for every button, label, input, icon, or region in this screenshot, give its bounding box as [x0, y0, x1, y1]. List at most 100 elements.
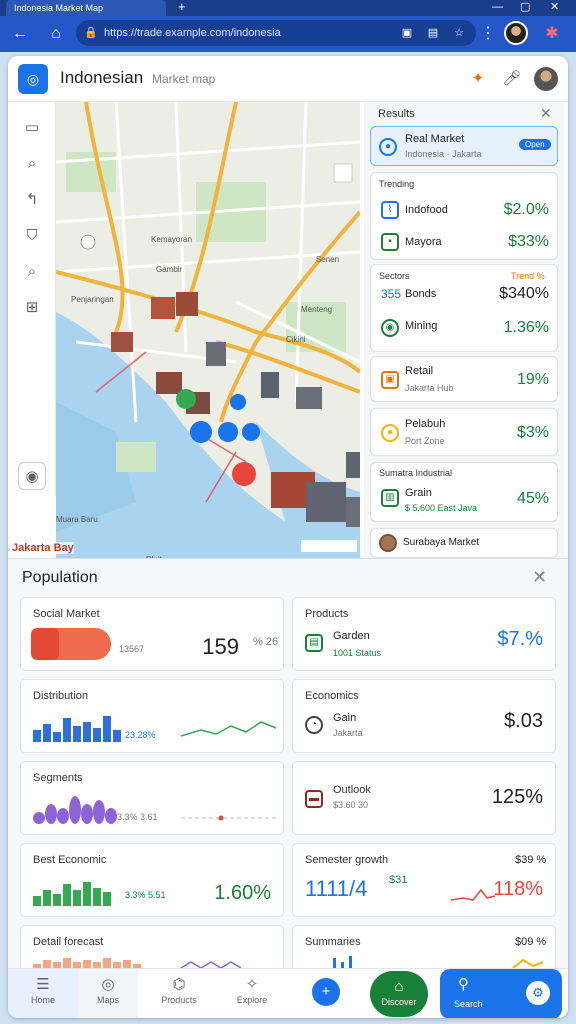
profile-avatar[interactable] [504, 21, 528, 45]
nav-discover[interactable]: ⌂ Discover [370, 971, 428, 1017]
svg-text:Kemayoran: Kemayoran [151, 235, 192, 244]
stat-card-top-value: $09 % [515, 936, 547, 948]
trending-item-label[interactable]: Indofood [405, 204, 448, 216]
stat-card-title: Summaries [305, 936, 361, 948]
coin-icon: ● [381, 424, 399, 442]
port-label: Pelabuh [405, 418, 446, 430]
circle-icon: ◉ [381, 319, 399, 337]
trending-item-value: $2.0% [503, 201, 549, 218]
new-tab-button[interactable]: + [178, 0, 186, 14]
route-icon[interactable]: ↰ [18, 186, 46, 214]
stat-card[interactable]: ▬ Outlook $3.60 30 125% [292, 761, 556, 835]
port-value: $3% [516, 424, 549, 441]
retail-card[interactable]: ▣ Retail Jakarta Hub 19% [370, 356, 558, 402]
sector-item-label[interactable]: Bonds [405, 288, 436, 300]
browser-tab[interactable]: Indonesia Market Map [6, 0, 166, 16]
svg-text:Cikini: Cikini [286, 335, 306, 344]
stat-card[interactable]: Economics ◔ Gain Jakarta $.03 [292, 679, 556, 753]
spark-icon: ✧ [245, 976, 259, 993]
sectors-card: Sectors Trend % 355 Bonds $340% ◉ Mining… [370, 264, 558, 352]
cast-icon[interactable]: ▤ [424, 24, 442, 42]
search-icon[interactable]: ⌕ [18, 258, 46, 286]
port-card[interactable]: ● Pelabuh Port Zone $3% [370, 408, 558, 456]
notification-icon[interactable]: ✦ [466, 67, 490, 91]
sectors-label: Sectors [379, 271, 410, 281]
stat-card[interactable]: Social Market 13567 159 % 26 [20, 597, 284, 671]
close-icon[interactable]: ✕ [540, 105, 552, 122]
app-logo-icon[interactable]: ◎ [18, 64, 48, 94]
wallet-icon: ▬ [305, 790, 323, 808]
nav-products[interactable]: ⌬ Products [148, 969, 210, 1018]
nav-add[interactable]: + [308, 969, 344, 1018]
stat-card-sub: 3.3% 5.51 [125, 890, 166, 900]
address-bar[interactable]: https://trade.example.com/indonesia [76, 20, 476, 46]
status-badge: Open [519, 139, 551, 150]
stat-card-sub2: 1001 Status [333, 648, 382, 658]
sectors-tag: Trend % [511, 271, 545, 281]
maximize-button[interactable]: ▢ [520, 0, 530, 14]
nav-label: Maps [96, 995, 119, 1005]
map-place-caption: Jakarta Bay [12, 542, 74, 554]
extension-icon[interactable]: ▣ [398, 24, 416, 42]
stat-card[interactable]: Segments 3.3% 3.61 [20, 761, 284, 835]
bar-graphic [31, 628, 111, 660]
stat-card[interactable]: Semester growth $39 % 1111/4 $31 118% [292, 843, 556, 917]
surabaya-card[interactable]: Surabaya Market [370, 528, 558, 558]
browser-toolbar: ← ⌂ https://trade.example.com/indonesia … [0, 16, 576, 52]
layers-icon[interactable]: ▭ [18, 114, 46, 142]
map-view[interactable]: Kemayoran Gambir Penjaringan Menteng Cikini… [56, 102, 360, 558]
sheet-title: Population [22, 569, 98, 586]
add-icon: + [312, 978, 340, 1006]
user-avatar[interactable] [534, 67, 558, 91]
industrial-detail: $ 5,600 East Java [405, 503, 478, 513]
stat-card-sub: 13567 [119, 644, 145, 654]
app-subtitle: Market map [152, 72, 216, 86]
svg-text:Muara Baru: Muara Baru [56, 515, 98, 524]
app-window: ◎ Indonesian Market map ✦ 🎤︎ ▭ ⌕ ↰ ⛉ ⌕ ⊞… [8, 56, 568, 1018]
close-icon[interactable]: ✕ [532, 567, 547, 588]
nav-explore[interactable]: ✧ Explore [222, 969, 282, 1018]
place-thumbnail-icon [379, 534, 397, 552]
nav-label: Search [454, 999, 483, 1009]
stat-card-value: 118% [493, 878, 543, 900]
highlighted-result-card[interactable]: ● Real Market Indonesia · Jakarta Open [370, 126, 558, 166]
app-title: Indonesian [60, 68, 144, 87]
stat-card-value: 1.60% [214, 882, 271, 904]
industrial-card[interactable]: Sumatra Industrial ▥ Grain $ 5,600 East … [370, 462, 558, 522]
stat-card-title: Semester growth [305, 854, 389, 866]
nav-label: Discover [381, 997, 417, 1007]
close-window-button[interactable]: ✕ [550, 0, 559, 14]
stat-card-value: 125% [491, 786, 543, 808]
microphone-icon[interactable]: 🎤︎ [500, 67, 524, 91]
port-subtitle: Port Zone [405, 436, 445, 446]
industrial-label: Sumatra Industrial [379, 468, 453, 478]
stat-card[interactable]: Products ▤ Garden 1001 Status $7.% [292, 597, 556, 671]
nav-home[interactable]: ☰ Home [8, 969, 78, 1018]
stat-card-title: Distribution [33, 690, 89, 702]
more-menu-icon[interactable]: ⋮ [476, 22, 500, 46]
highlight-subtitle: Indonesia · Jakarta [405, 149, 482, 159]
zoom-search-icon[interactable]: ⌕ [18, 150, 46, 178]
back-icon[interactable]: ← [8, 22, 32, 46]
stat-card[interactable]: Best Economic 3.3% 5.51 1.60% [20, 843, 284, 917]
nav-maps[interactable]: ◎ Maps [78, 969, 138, 1018]
stat-card-title: Outlook [333, 784, 371, 796]
home-icon[interactable]: ⌂ [44, 22, 68, 46]
svg-text:Menteng: Menteng [301, 305, 332, 314]
locate-icon[interactable]: ◉ [18, 462, 46, 490]
extension-puzzle-icon[interactable]: ✱ [540, 22, 564, 46]
stat-card-unit: % 26 [253, 636, 279, 648]
sector-item-label[interactable]: Mining [405, 320, 437, 332]
svg-text:Senen: Senen [316, 255, 339, 264]
bar-graphic [33, 882, 111, 906]
star-icon[interactable]: ☆ [450, 24, 468, 42]
bookmark-icon[interactable]: ⛉ [18, 222, 46, 250]
trending-item-label[interactable]: Mayora [405, 236, 442, 248]
menu-icon: ☰ [36, 976, 50, 993]
results-panel-title: Results [378, 108, 415, 120]
nav-search[interactable]: ⚲ Search ⚙ [440, 969, 562, 1018]
minimize-button[interactable]: — [492, 0, 503, 14]
stat-card[interactable]: Distribution 23.28% [20, 679, 284, 753]
factory-icon: ▥ [381, 489, 399, 507]
grid-icon[interactable]: ⊞ [18, 294, 46, 322]
